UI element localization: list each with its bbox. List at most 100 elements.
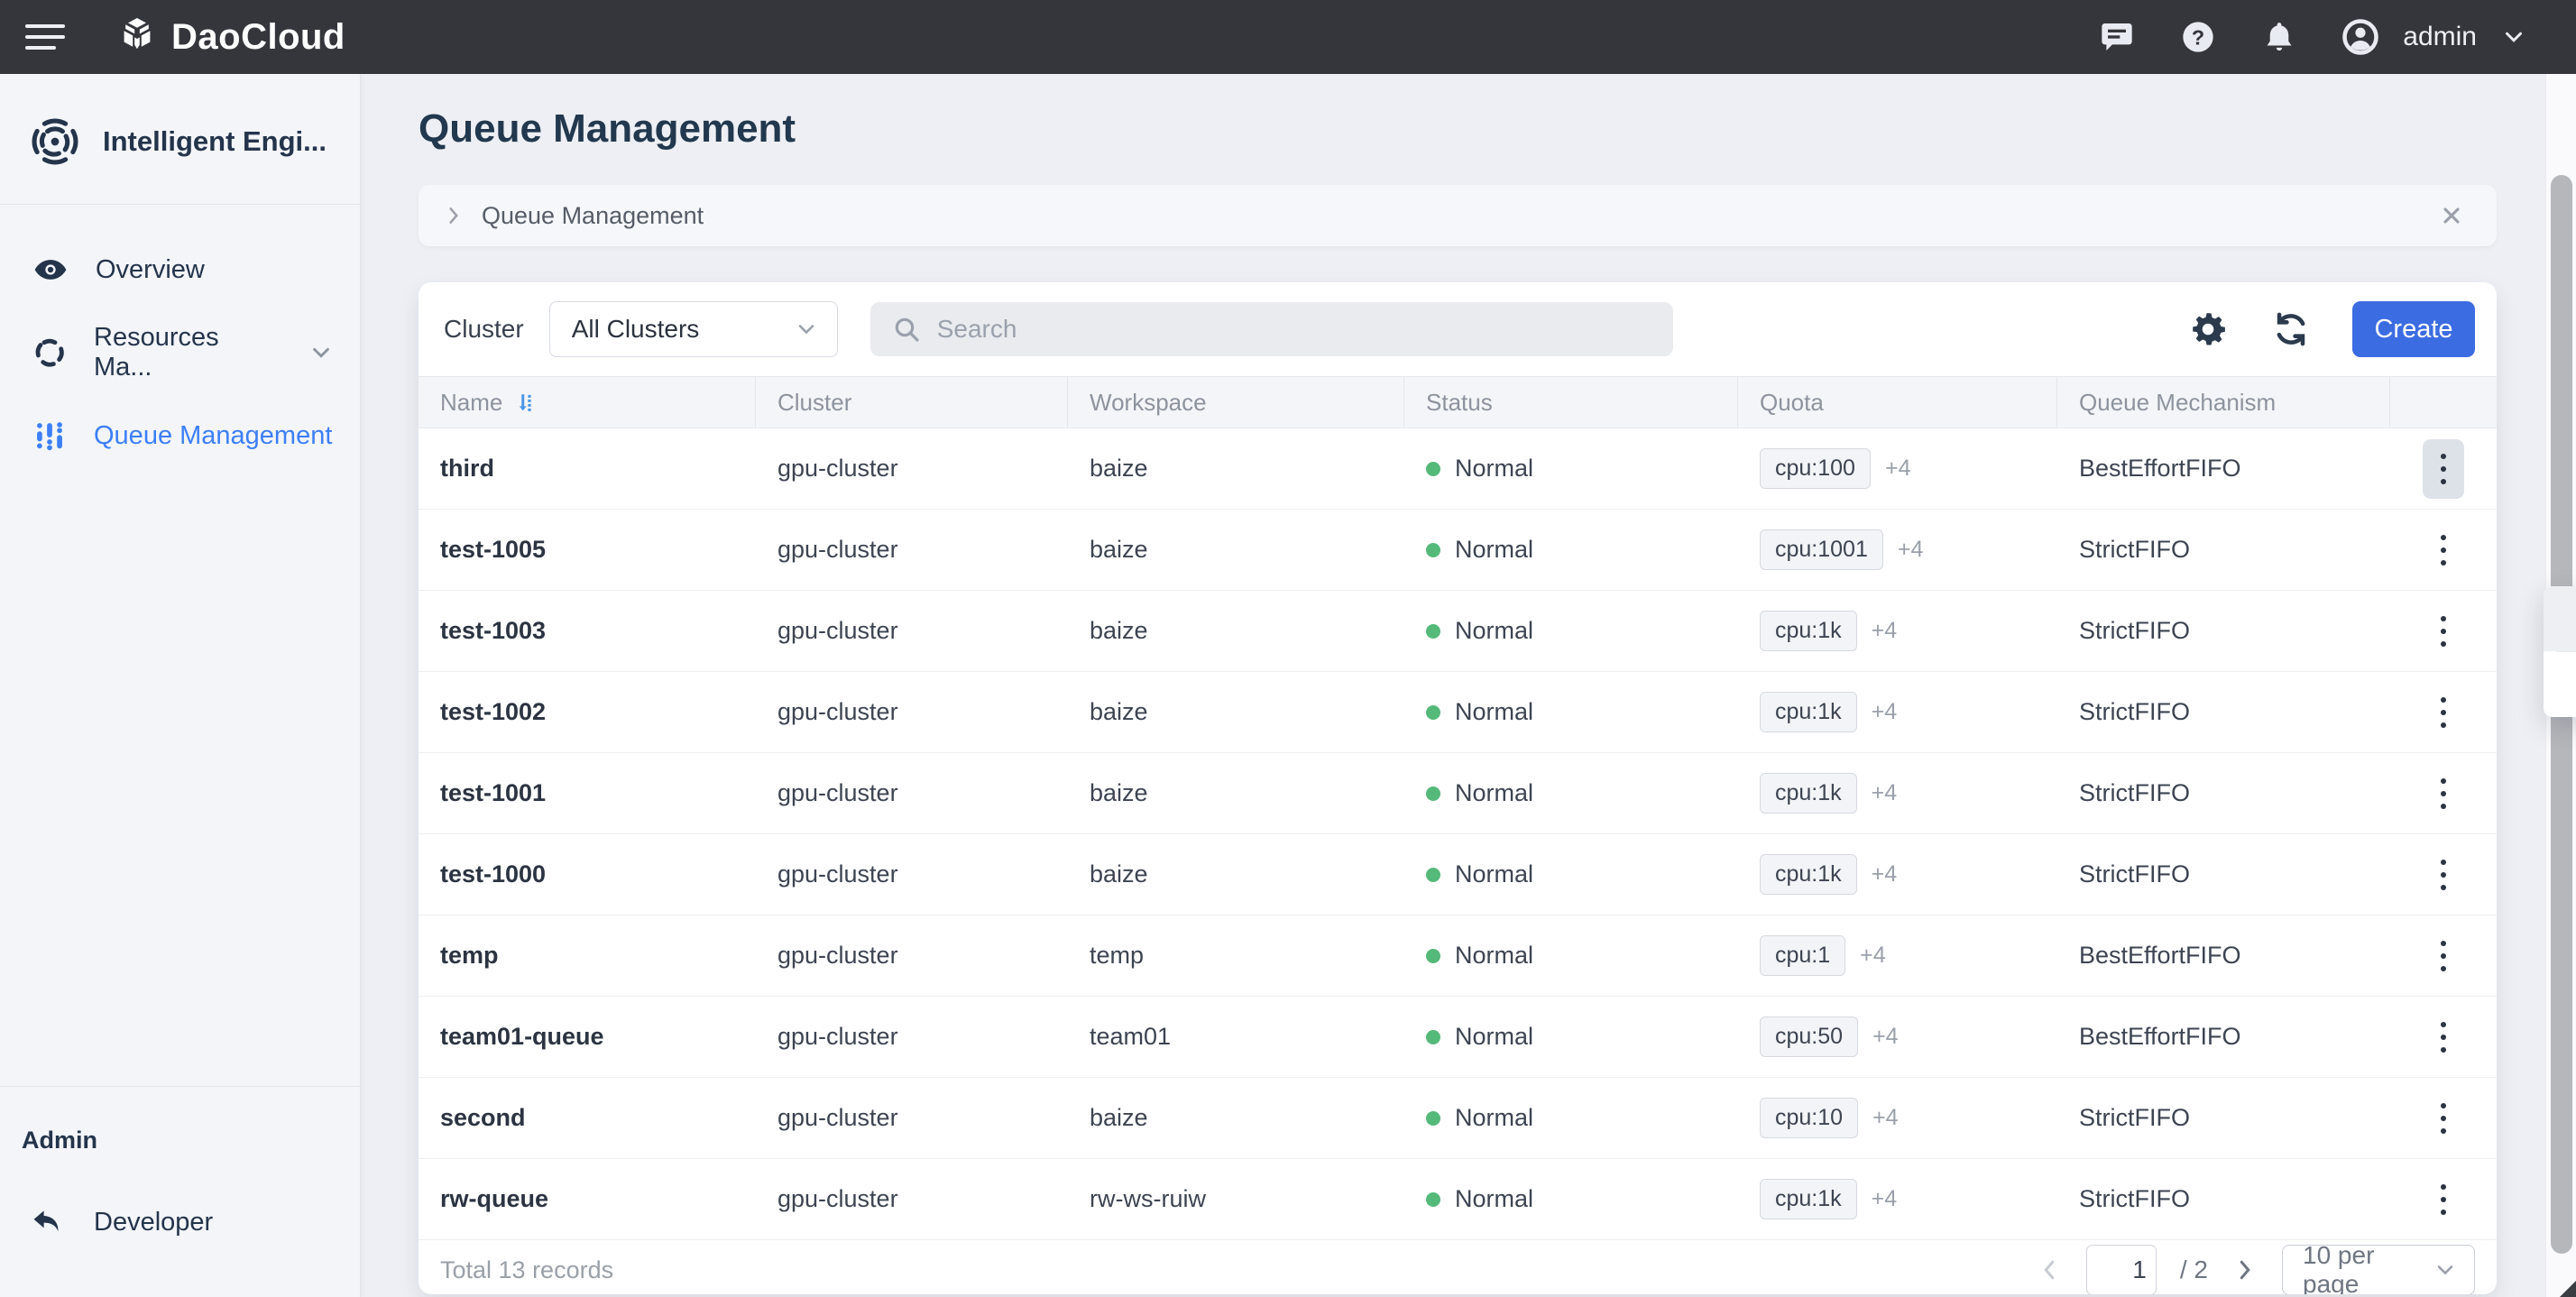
cell-name: rw-queue (419, 1159, 756, 1239)
topbar-right: ? admin (2098, 18, 2527, 56)
cell-actions (2390, 834, 2497, 915)
user-menu[interactable]: admin (2341, 18, 2527, 56)
table-body: third gpu-cluster baize Normal cpu:100 +… (419, 428, 2497, 1240)
sort-icon (515, 389, 542, 416)
cell-cluster: gpu-cluster (756, 997, 1068, 1077)
chevron-down-icon (2500, 23, 2527, 51)
toolbar: Cluster All Clusters (419, 282, 2497, 376)
cell-queue-mechanism: StrictFIFO (2057, 510, 2390, 590)
cell-status: Normal (1404, 672, 1738, 752)
cell-status: Normal (1404, 591, 1738, 671)
cell-queue-mechanism: BestEffortFIFO (2057, 997, 2390, 1077)
search-box (870, 302, 1673, 356)
create-button[interactable]: Create (2352, 301, 2475, 357)
column-header-name[interactable]: Name (419, 377, 756, 428)
row-actions-button[interactable] (2423, 439, 2464, 499)
cell-workspace: rw-ws-ruiw (1068, 1159, 1404, 1239)
row-actions-button[interactable] (2423, 764, 2464, 823)
status-dot (1426, 1192, 1440, 1207)
search-input[interactable] (937, 315, 1651, 344)
cell-status: Normal (1404, 428, 1738, 509)
menu-icon[interactable] (25, 24, 65, 50)
cell-actions (2390, 1078, 2497, 1158)
table-row: test-1001 gpu-cluster baize Normal cpu:1… (419, 753, 2497, 834)
status-label: Normal (1455, 698, 1533, 726)
quota-extra: +4 (1872, 861, 1898, 888)
cell-actions (2390, 510, 2497, 590)
cell-queue-mechanism: StrictFIFO (2057, 591, 2390, 671)
sidebar-product[interactable]: Intelligent Engi... (0, 74, 360, 204)
row-actions-menu: Update Delete (2544, 586, 2576, 717)
cell-name: test-1002 (419, 672, 756, 752)
column-label: Status (1426, 389, 1493, 417)
cell-workspace: baize (1068, 753, 1404, 833)
status-label: Normal (1455, 1023, 1533, 1051)
cell-name: second (419, 1078, 756, 1158)
brand[interactable]: DaoCloud (115, 15, 345, 59)
row-actions-button[interactable] (2423, 1007, 2464, 1067)
cell-cluster: gpu-cluster (756, 753, 1068, 833)
cluster-label: Cluster (444, 315, 524, 344)
row-actions-button[interactable] (2423, 926, 2464, 986)
cell-name: test-1001 (419, 753, 756, 833)
cell-workspace: baize (1068, 428, 1404, 509)
refresh-icon[interactable] (2269, 308, 2313, 351)
quota-chip: cpu:50 (1760, 1016, 1858, 1057)
cell-quota: cpu:1k +4 (1738, 834, 2057, 915)
row-actions-button[interactable] (2423, 602, 2464, 661)
cell-quota: cpu:1 +4 (1738, 915, 2057, 996)
cell-queue-mechanism: BestEffortFIFO (2057, 428, 2390, 509)
cell-queue-mechanism: StrictFIFO (2057, 834, 2390, 915)
total-records: Total 13 records (440, 1256, 613, 1284)
column-header-queue-mechanism: Queue Mechanism (2057, 377, 2390, 428)
gear-icon[interactable] (2186, 308, 2230, 351)
row-actions-button[interactable] (2423, 1170, 2464, 1229)
status-label: Normal (1455, 942, 1533, 970)
quota-chip: cpu:1k (1760, 773, 1857, 814)
sidebar-item-resources[interactable]: Resources Ma... (0, 311, 360, 394)
menu-item-delete[interactable]: Delete (2544, 652, 2576, 717)
breadcrumb: Queue Management (419, 185, 2497, 246)
chat-icon[interactable] (2098, 18, 2136, 56)
menu-item-update[interactable]: Update (2544, 586, 2576, 651)
sidebar-item-label: Queue Management (94, 421, 332, 451)
row-actions-button[interactable] (2423, 845, 2464, 905)
chevron-down-icon (2433, 1257, 2458, 1283)
table-row: test-1003 gpu-cluster baize Normal cpu:1… (419, 591, 2497, 672)
brand-name: DaoCloud (171, 17, 345, 58)
sidebar-item-queue-management[interactable]: Queue Management (0, 394, 360, 477)
status-label: Normal (1455, 617, 1533, 645)
help-icon[interactable]: ? (2179, 18, 2217, 56)
per-page-select[interactable]: 10 per page (2282, 1245, 2475, 1294)
table-row: test-1002 gpu-cluster baize Normal cpu:1… (419, 672, 2497, 753)
toolbar-actions: Create (2186, 301, 2475, 357)
close-icon[interactable] (2439, 203, 2464, 228)
row-actions-button[interactable] (2423, 683, 2464, 742)
page-number-input[interactable] (2086, 1245, 2157, 1294)
sidebar-item-developer[interactable]: Developer (0, 1205, 360, 1239)
column-label: Quota (1760, 389, 1824, 417)
cell-quota: cpu:1001 +4 (1738, 510, 2057, 590)
row-actions-button[interactable] (2423, 520, 2464, 580)
cell-queue-mechanism: StrictFIFO (2057, 1159, 2390, 1239)
breadcrumb-tab[interactable]: Queue Management (482, 202, 704, 230)
table-footer: Total 13 records / 2 10 per page (419, 1240, 2497, 1294)
row-actions-button[interactable] (2423, 1089, 2464, 1148)
sidebar-item-overview[interactable]: Overview (0, 228, 360, 311)
cell-cluster: gpu-cluster (756, 591, 1068, 671)
sidebar-item-label: Overview (96, 255, 205, 285)
bell-icon[interactable] (2260, 18, 2298, 56)
status-dot (1426, 543, 1440, 557)
cluster-select[interactable]: All Clusters (549, 301, 838, 357)
cell-workspace: baize (1068, 510, 1404, 590)
cell-cluster: gpu-cluster (756, 834, 1068, 915)
prev-page-icon[interactable] (2036, 1256, 2063, 1283)
quota-chip: cpu:100 (1760, 448, 1871, 489)
pagination: / 2 10 per page (2036, 1245, 2475, 1294)
cell-name: test-1003 (419, 591, 756, 671)
cell-quota: cpu:1k +4 (1738, 591, 2057, 671)
next-page-icon[interactable] (2231, 1256, 2259, 1283)
column-header-workspace: Workspace (1068, 377, 1404, 428)
avatar-icon (2341, 18, 2379, 56)
column-header-status: Status (1404, 377, 1738, 428)
